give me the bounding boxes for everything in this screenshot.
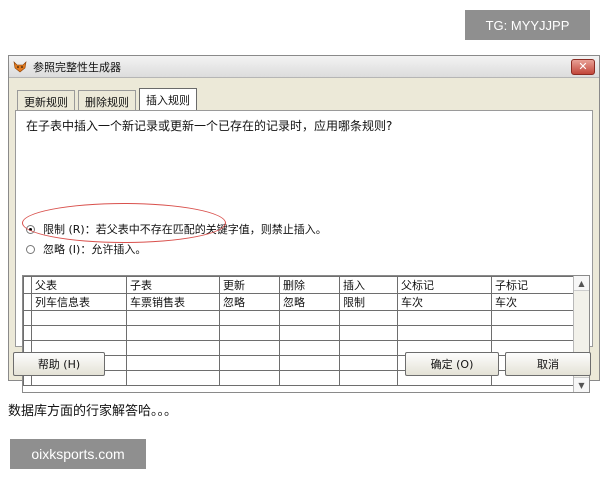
cell-parent-tag[interactable]: 车次 <box>397 293 492 311</box>
cell-child-table[interactable]: 车票销售表 <box>126 293 220 311</box>
ok-button[interactable]: 确定 (O) <box>405 352 499 376</box>
cell-delete[interactable]: 忽略 <box>279 293 340 311</box>
rule-question: 在子表中插入一个新记录或更新一个已存在的记录时，应用哪条规则? <box>26 119 393 133</box>
caption-text: 数据库方面的行家解答哈。。。 <box>8 404 178 419</box>
radio-restrict[interactable] <box>26 224 35 234</box>
tab-update-rules[interactable]: 更新规则 <box>17 90 75 110</box>
option-restrict-label: 限制 (R)：若父表中不存在匹配的关键字值，则禁止插入。 <box>43 223 327 236</box>
cell-parent-table[interactable]: 列车信息表 <box>31 293 127 311</box>
table-row <box>23 325 582 341</box>
brand-watermark: oixksports.com <box>10 439 146 469</box>
table-row[interactable]: 列车信息表 车票销售表 忽略 忽略 限制 车次 车次 <box>23 293 582 311</box>
col-header-parent-table[interactable]: 父表 <box>31 276 127 294</box>
close-icon: ✕ <box>578 60 588 73</box>
radio-ignore[interactable] <box>26 244 35 254</box>
titlebar: 参照完整性生成器 ✕ <box>9 56 599 78</box>
help-button[interactable]: 帮助 (H) <box>13 352 105 376</box>
close-button[interactable]: ✕ <box>571 59 595 75</box>
grid-header-row: 父表 子表 更新 删除 插入 父标记 子标记 <box>23 276 582 294</box>
option-restrict[interactable]: 限制 (R)：若父表中不存在匹配的关键字值，则禁止插入。 <box>26 221 327 237</box>
tab-insert-rules[interactable]: 插入规则 <box>139 88 197 110</box>
insert-rules-panel: 在子表中插入一个新记录或更新一个已存在的记录时，应用哪条规则? 限制 (R)：若… <box>15 110 593 393</box>
table-row <box>23 310 582 326</box>
row-marker <box>23 276 32 294</box>
cancel-button[interactable]: 取消 <box>505 352 591 376</box>
cell-insert[interactable]: 限制 <box>339 293 398 311</box>
col-header-update[interactable]: 更新 <box>219 276 280 294</box>
row-marker <box>23 293 32 311</box>
tab-delete-rules[interactable]: 删除规则 <box>78 90 136 110</box>
ri-builder-window: 参照完整性生成器 ✕ 更新规则 删除规则 插入规则 在子表中插入一个新记录或更新… <box>8 55 600 393</box>
scroll-down-icon[interactable]: ▼ <box>574 377 589 392</box>
col-header-child-tag[interactable]: 子标记 <box>491 276 582 294</box>
rule-tabs: 更新规则 删除规则 插入规则 <box>17 88 200 110</box>
cell-child-tag[interactable]: 车次 <box>491 293 582 311</box>
window-title: 参照完整性生成器 <box>33 60 121 74</box>
cell-update[interactable]: 忽略 <box>219 293 280 311</box>
col-header-insert[interactable]: 插入 <box>339 276 398 294</box>
option-ignore[interactable]: 忽略 (I)：允许插入。 <box>26 241 146 257</box>
scroll-up-icon[interactable]: ▲ <box>574 276 589 291</box>
col-header-delete[interactable]: 删除 <box>279 276 340 294</box>
col-header-parent-tag[interactable]: 父标记 <box>397 276 492 294</box>
fox-app-icon <box>13 60 27 73</box>
option-ignore-label: 忽略 (I)：允许插入。 <box>43 243 147 256</box>
tg-watermark: TG: MYYJJPP <box>465 10 590 40</box>
col-header-child-table[interactable]: 子表 <box>126 276 220 294</box>
